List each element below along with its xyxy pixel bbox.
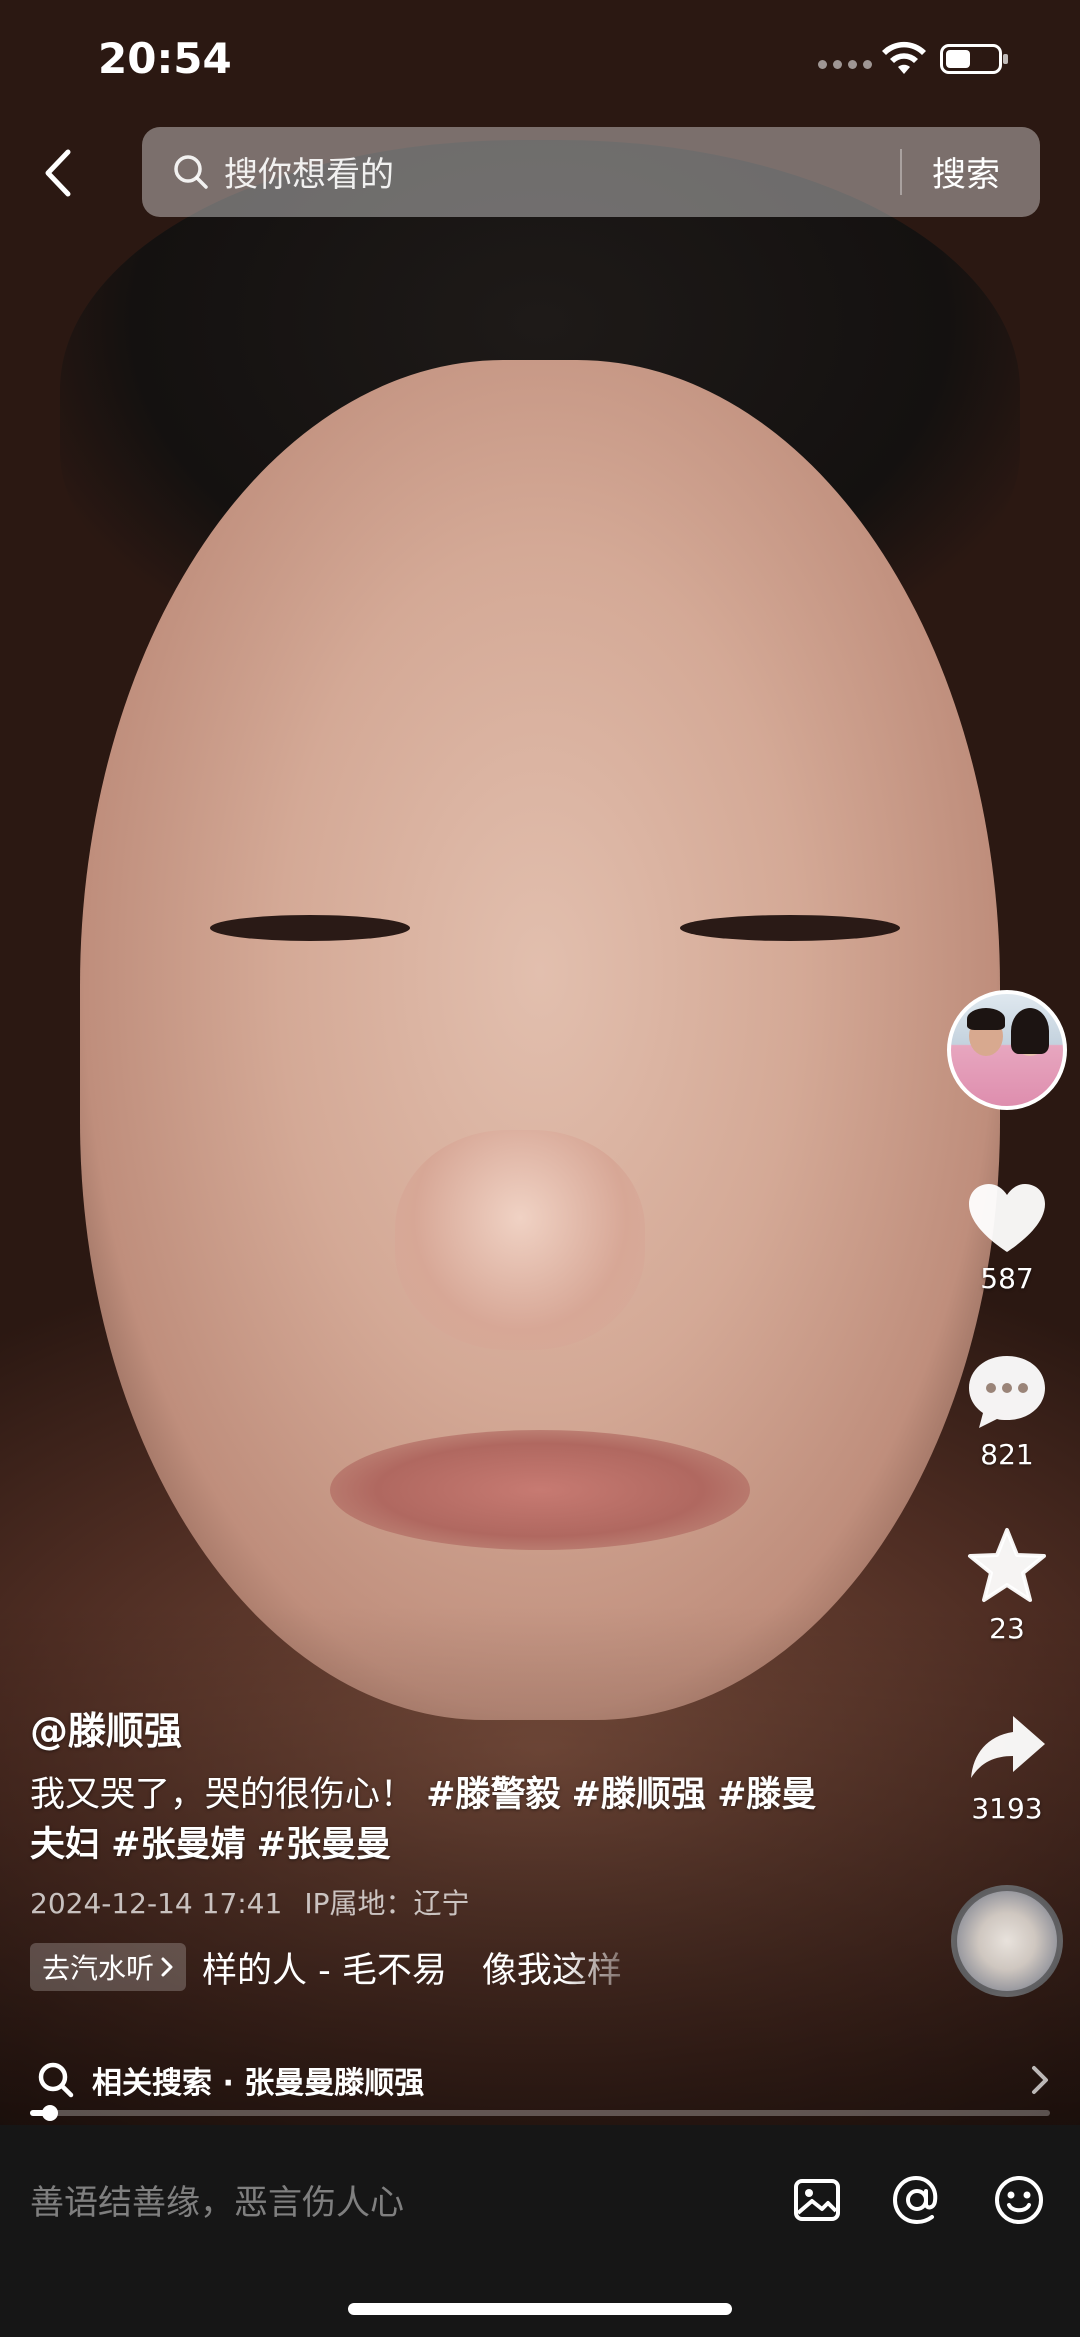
battery-icon: [940, 44, 1008, 74]
heart-icon: [969, 1184, 1045, 1252]
comment-bubble-icon: [969, 1356, 1045, 1428]
chevron-right-icon: [1032, 2066, 1048, 2094]
hashtag[interactable]: #滕警毅: [426, 1775, 560, 1815]
search-divider: [900, 149, 902, 195]
comment-count: 821: [980, 1438, 1034, 1471]
back-chevron-icon[interactable]: [30, 138, 90, 208]
status-time: 20:54: [98, 34, 232, 83]
listen-chip-label: 去汽水听: [42, 1952, 155, 1985]
star-icon: [968, 1528, 1046, 1602]
post-date: 2024-12-14 17:41: [30, 1887, 283, 1920]
comment-button[interactable]: 821: [947, 1352, 1067, 1471]
cellular-signal-icon: [818, 60, 872, 69]
video-frame-eye-left: [210, 915, 410, 941]
favorite-count: 23: [989, 1612, 1025, 1645]
image-icon[interactable]: [790, 2173, 844, 2227]
search-button[interactable]: 搜索: [932, 147, 1000, 196]
post-caption: 我又哭了，哭的很伤心！ #滕警毅 #滕顺强 #滕曼夫妇 #张曼婧 #张曼曼: [30, 1770, 830, 1870]
video-frame-eye-right: [680, 915, 900, 941]
music-title: 样的人 - 毛不易 像我这样: [202, 1950, 622, 1991]
wifi-icon: [882, 41, 926, 74]
home-indicator[interactable]: [348, 2303, 732, 2315]
music-row[interactable]: 去汽水听 样的人 - 毛不易 像我这样: [30, 1943, 652, 1991]
hashtag[interactable]: #滕顺强: [572, 1775, 706, 1815]
search-icon: [38, 2062, 74, 2098]
comment-bar: 善语结善缘，恶言伤人心: [0, 2125, 1080, 2337]
search-bar[interactable]: 搜你想看的 搜索: [142, 127, 1040, 217]
hashtag[interactable]: #张曼婧: [111, 1825, 245, 1865]
status-bar: 20:54: [0, 0, 1080, 110]
share-button[interactable]: 3193: [947, 1710, 1067, 1825]
post-meta: 2024-12-14 17:41 IP属地：辽宁: [30, 1882, 469, 1922]
hashtag[interactable]: #张曼曼: [257, 1825, 391, 1865]
emoji-icon[interactable]: [992, 2173, 1046, 2227]
related-search-bar[interactable]: 相关搜索 · 张曼曼滕顺强: [0, 2040, 1080, 2120]
video-frame-nose: [395, 1130, 645, 1350]
share-arrow-icon: [971, 1716, 1045, 1778]
caption-text: 我又哭了，哭的很伤心！: [30, 1775, 416, 1815]
search-input[interactable]: 搜你想看的: [224, 147, 394, 196]
related-search-label: 相关搜索 · 张曼曼滕顺强: [92, 2066, 425, 2101]
video-progress-bar[interactable]: [30, 2105, 1050, 2121]
video-frame-mouth: [330, 1430, 750, 1550]
listen-in-app-button[interactable]: 去汽水听: [30, 1943, 187, 1991]
author-avatar[interactable]: [947, 990, 1067, 1110]
music-disc[interactable]: [951, 1885, 1063, 1997]
author-name[interactable]: @滕顺强: [30, 1700, 182, 1755]
like-count: 587: [980, 1262, 1034, 1295]
ip-location: IP属地：辽宁: [304, 1887, 470, 1920]
chevron-right-icon: [161, 1957, 173, 1977]
search-icon: [174, 155, 208, 189]
like-button[interactable]: 587: [947, 1180, 1067, 1295]
comment-input[interactable]: 善语结善缘，恶言伤人心: [30, 2175, 404, 2224]
share-count: 3193: [971, 1792, 1043, 1825]
at-mention-icon[interactable]: [890, 2173, 944, 2227]
favorite-button[interactable]: 23: [947, 1526, 1067, 1645]
